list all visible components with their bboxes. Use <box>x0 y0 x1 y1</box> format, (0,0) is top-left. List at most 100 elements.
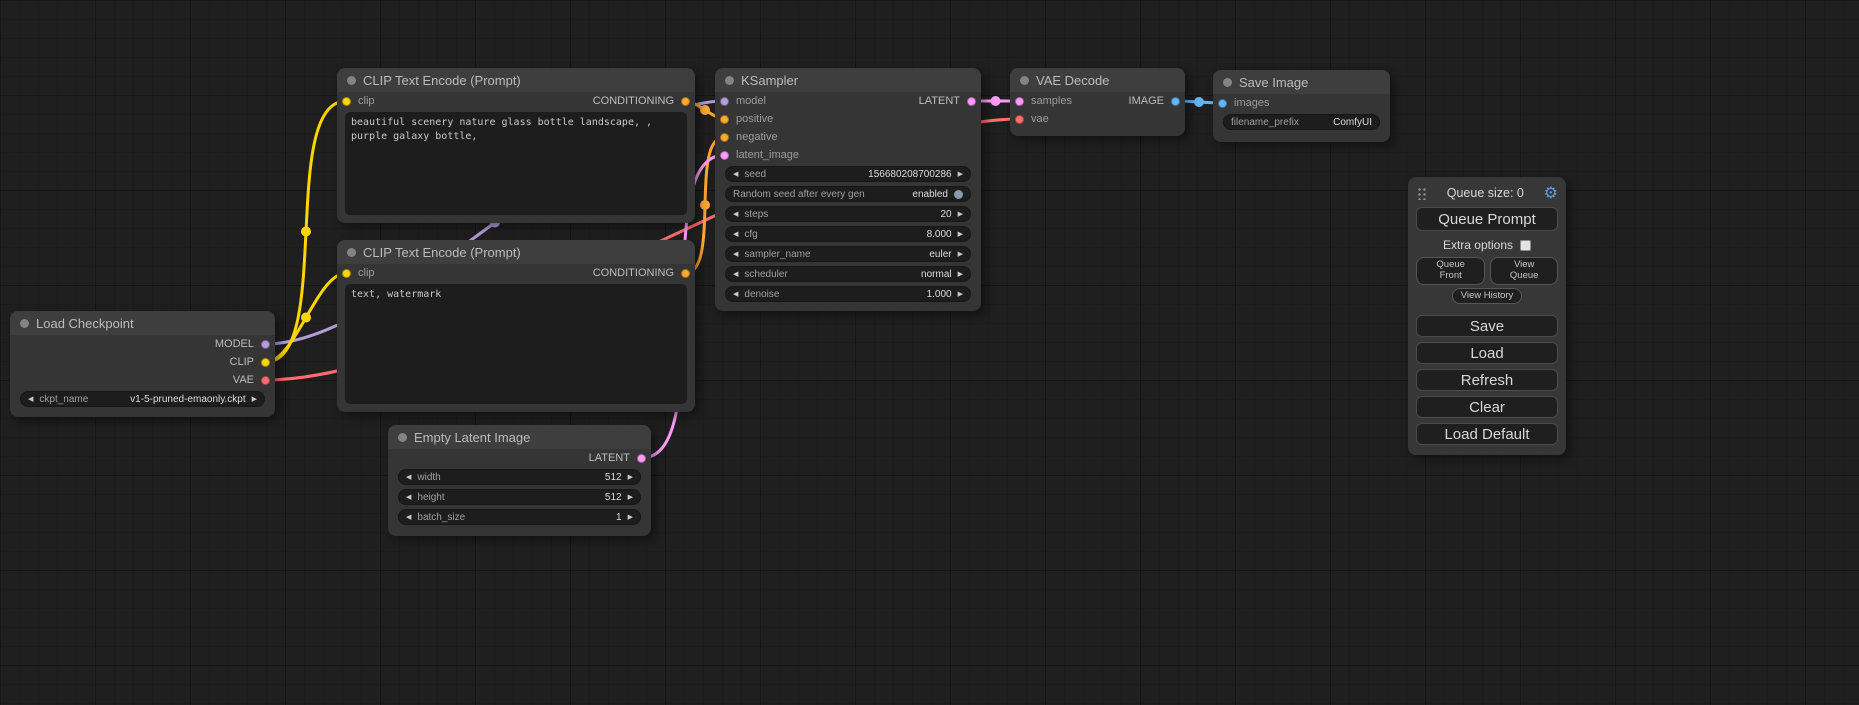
combo-left-arrow-icon[interactable]: ◀ <box>733 271 738 278</box>
widget-value: 1.000 <box>927 289 952 300</box>
collapse-toggle-icon[interactable] <box>1020 76 1029 85</box>
save-button[interactable]: Save <box>1416 315 1558 337</box>
input-port-clip[interactable] <box>342 269 351 278</box>
combo-left-arrow-icon[interactable]: ◀ <box>406 474 411 481</box>
link-midpoint-dot[interactable] <box>301 313 311 323</box>
input-port-samples[interactable] <box>1015 97 1024 106</box>
widget-scheduler[interactable]: ◀schedulernormal▶ <box>725 266 971 282</box>
combo-left-arrow-icon[interactable]: ◀ <box>733 291 738 298</box>
widget-cfg[interactable]: ◀cfg8.000▶ <box>725 226 971 242</box>
widget-seed[interactable]: ◀seed156680208700286▶ <box>725 166 971 182</box>
output-slot-label: IMAGE <box>1129 95 1164 107</box>
widget-batch_size[interactable]: ◀batch_size1▶ <box>398 509 641 525</box>
output-port-CONDITIONING[interactable] <box>681 97 690 106</box>
combo-right-arrow-icon[interactable]: ▶ <box>958 231 963 238</box>
load-default-button[interactable]: Load Default <box>1416 423 1558 445</box>
output-port-LATENT[interactable] <box>967 97 976 106</box>
widget-height[interactable]: ◀height512▶ <box>398 489 641 505</box>
input-port-negative[interactable] <box>720 133 729 142</box>
input-port-model[interactable] <box>720 97 729 106</box>
combo-right-arrow-icon[interactable]: ▶ <box>958 271 963 278</box>
combo-right-arrow-icon[interactable]: ▶ <box>628 514 633 521</box>
prompt-textarea[interactable]: text, watermark <box>345 284 687 404</box>
view-history-button[interactable]: View History <box>1452 288 1523 304</box>
widget-Random seed after every gen[interactable]: Random seed after every genenabled <box>725 186 971 202</box>
output-port-LATENT[interactable] <box>637 454 646 463</box>
combo-left-arrow-icon[interactable]: ◀ <box>406 494 411 501</box>
output-port-MODEL[interactable] <box>261 340 270 349</box>
node-title-bar[interactable]: KSampler <box>715 68 981 92</box>
widget-width[interactable]: ◀width512▶ <box>398 469 641 485</box>
link-midpoint-dot[interactable] <box>700 105 710 115</box>
output-slot-CONDITIONING: CONDITIONING <box>593 264 690 282</box>
node-title-bar[interactable]: Load Checkpoint <box>10 311 275 335</box>
combo-right-arrow-icon[interactable]: ▶ <box>628 474 633 481</box>
refresh-button[interactable]: Refresh <box>1416 369 1558 391</box>
combo-right-arrow-icon[interactable]: ▶ <box>628 494 633 501</box>
widget-value: 512 <box>605 472 622 483</box>
combo-right-arrow-icon[interactable]: ▶ <box>958 211 963 218</box>
input-slot-label: positive <box>736 113 773 125</box>
combo-left-arrow-icon[interactable]: ◀ <box>733 171 738 178</box>
input-port-images[interactable] <box>1218 99 1227 108</box>
queue-front-button[interactable]: Queue Front <box>1416 257 1485 285</box>
collapse-toggle-icon[interactable] <box>347 248 356 257</box>
widget-steps[interactable]: ◀steps20▶ <box>725 206 971 222</box>
widget-ckpt_name[interactable]: ◀ckpt_namev1-5-pruned-emaonly.ckpt▶ <box>20 391 265 407</box>
combo-left-arrow-icon[interactable]: ◀ <box>733 251 738 258</box>
output-port-VAE[interactable] <box>261 376 270 385</box>
widget-filename_prefix[interactable]: filename_prefixComfyUI <box>1223 114 1380 130</box>
node-title-bar[interactable]: CLIP Text Encode (Prompt) <box>337 240 695 264</box>
toggle-indicator-icon[interactable] <box>954 190 963 199</box>
collapse-toggle-icon[interactable] <box>725 76 734 85</box>
view-queue-button[interactable]: View Queue <box>1490 257 1558 285</box>
graph-canvas[interactable]: Load CheckpointMODELCLIPVAE◀ckpt_namev1-… <box>0 0 1859 705</box>
node-clip-text-encode-positive[interactable]: CLIP Text Encode (Prompt)clipCONDITIONIN… <box>337 68 695 223</box>
input-port-vae[interactable] <box>1015 115 1024 124</box>
input-port-latent_image[interactable] <box>720 151 729 160</box>
collapse-toggle-icon[interactable] <box>347 76 356 85</box>
node-clip-text-encode-negative[interactable]: CLIP Text Encode (Prompt)clipCONDITIONIN… <box>337 240 695 412</box>
node-ksampler[interactable]: KSamplermodelLATENTpositivenegativelaten… <box>715 68 981 311</box>
link-midpoint-dot[interactable] <box>301 227 311 237</box>
combo-left-arrow-icon[interactable]: ◀ <box>733 231 738 238</box>
collapse-toggle-icon[interactable] <box>1223 78 1232 87</box>
clear-button[interactable]: Clear <box>1416 396 1558 418</box>
link-midpoint-dot[interactable] <box>991 96 1001 106</box>
widget-sampler_name[interactable]: ◀sampler_nameeuler▶ <box>725 246 971 262</box>
link-midpoint-dot[interactable] <box>700 200 710 210</box>
node-title-bar[interactable]: Empty Latent Image <box>388 425 651 449</box>
node-title-bar[interactable]: CLIP Text Encode (Prompt) <box>337 68 695 92</box>
input-port-clip[interactable] <box>342 97 351 106</box>
history-row: View History <box>1416 288 1558 304</box>
slot-row: LATENT <box>388 449 651 467</box>
node-load-checkpoint[interactable]: Load CheckpointMODELCLIPVAE◀ckpt_namev1-… <box>10 311 275 417</box>
node-empty-latent-image[interactable]: Empty Latent ImageLATENT◀width512▶◀heigh… <box>388 425 651 536</box>
combo-left-arrow-icon[interactable]: ◀ <box>733 211 738 218</box>
combo-right-arrow-icon[interactable]: ▶ <box>252 396 257 403</box>
node-title-bar[interactable]: Save Image <box>1213 70 1390 94</box>
node-vae-decode[interactable]: VAE DecodesamplesIMAGEvae <box>1010 68 1185 136</box>
combo-left-arrow-icon[interactable]: ◀ <box>28 396 33 403</box>
load-button[interactable]: Load <box>1416 342 1558 364</box>
extra-options-checkbox[interactable] <box>1520 240 1531 251</box>
settings-gear-icon[interactable]: ⚙ <box>1544 185 1558 201</box>
output-port-CONDITIONING[interactable] <box>681 269 690 278</box>
widget-denoise[interactable]: ◀denoise1.000▶ <box>725 286 971 302</box>
collapse-toggle-icon[interactable] <box>20 319 29 328</box>
output-port-IMAGE[interactable] <box>1171 97 1180 106</box>
combo-right-arrow-icon[interactable]: ▶ <box>958 291 963 298</box>
prompt-textarea[interactable]: beautiful scenery nature glass bottle la… <box>345 112 687 215</box>
node-save-image[interactable]: Save Imageimagesfilename_prefixComfyUI <box>1213 70 1390 142</box>
link-midpoint-dot[interactable] <box>1194 97 1204 107</box>
combo-left-arrow-icon[interactable]: ◀ <box>406 514 411 521</box>
output-slot-VAE: VAE <box>233 371 270 389</box>
menu-drag-handle-icon[interactable] <box>1416 186 1427 200</box>
queue-prompt-button[interactable]: Queue Prompt <box>1416 207 1558 231</box>
node-title-bar[interactable]: VAE Decode <box>1010 68 1185 92</box>
collapse-toggle-icon[interactable] <box>398 433 407 442</box>
output-port-CLIP[interactable] <box>261 358 270 367</box>
input-port-positive[interactable] <box>720 115 729 124</box>
combo-right-arrow-icon[interactable]: ▶ <box>958 171 963 178</box>
combo-right-arrow-icon[interactable]: ▶ <box>958 251 963 258</box>
